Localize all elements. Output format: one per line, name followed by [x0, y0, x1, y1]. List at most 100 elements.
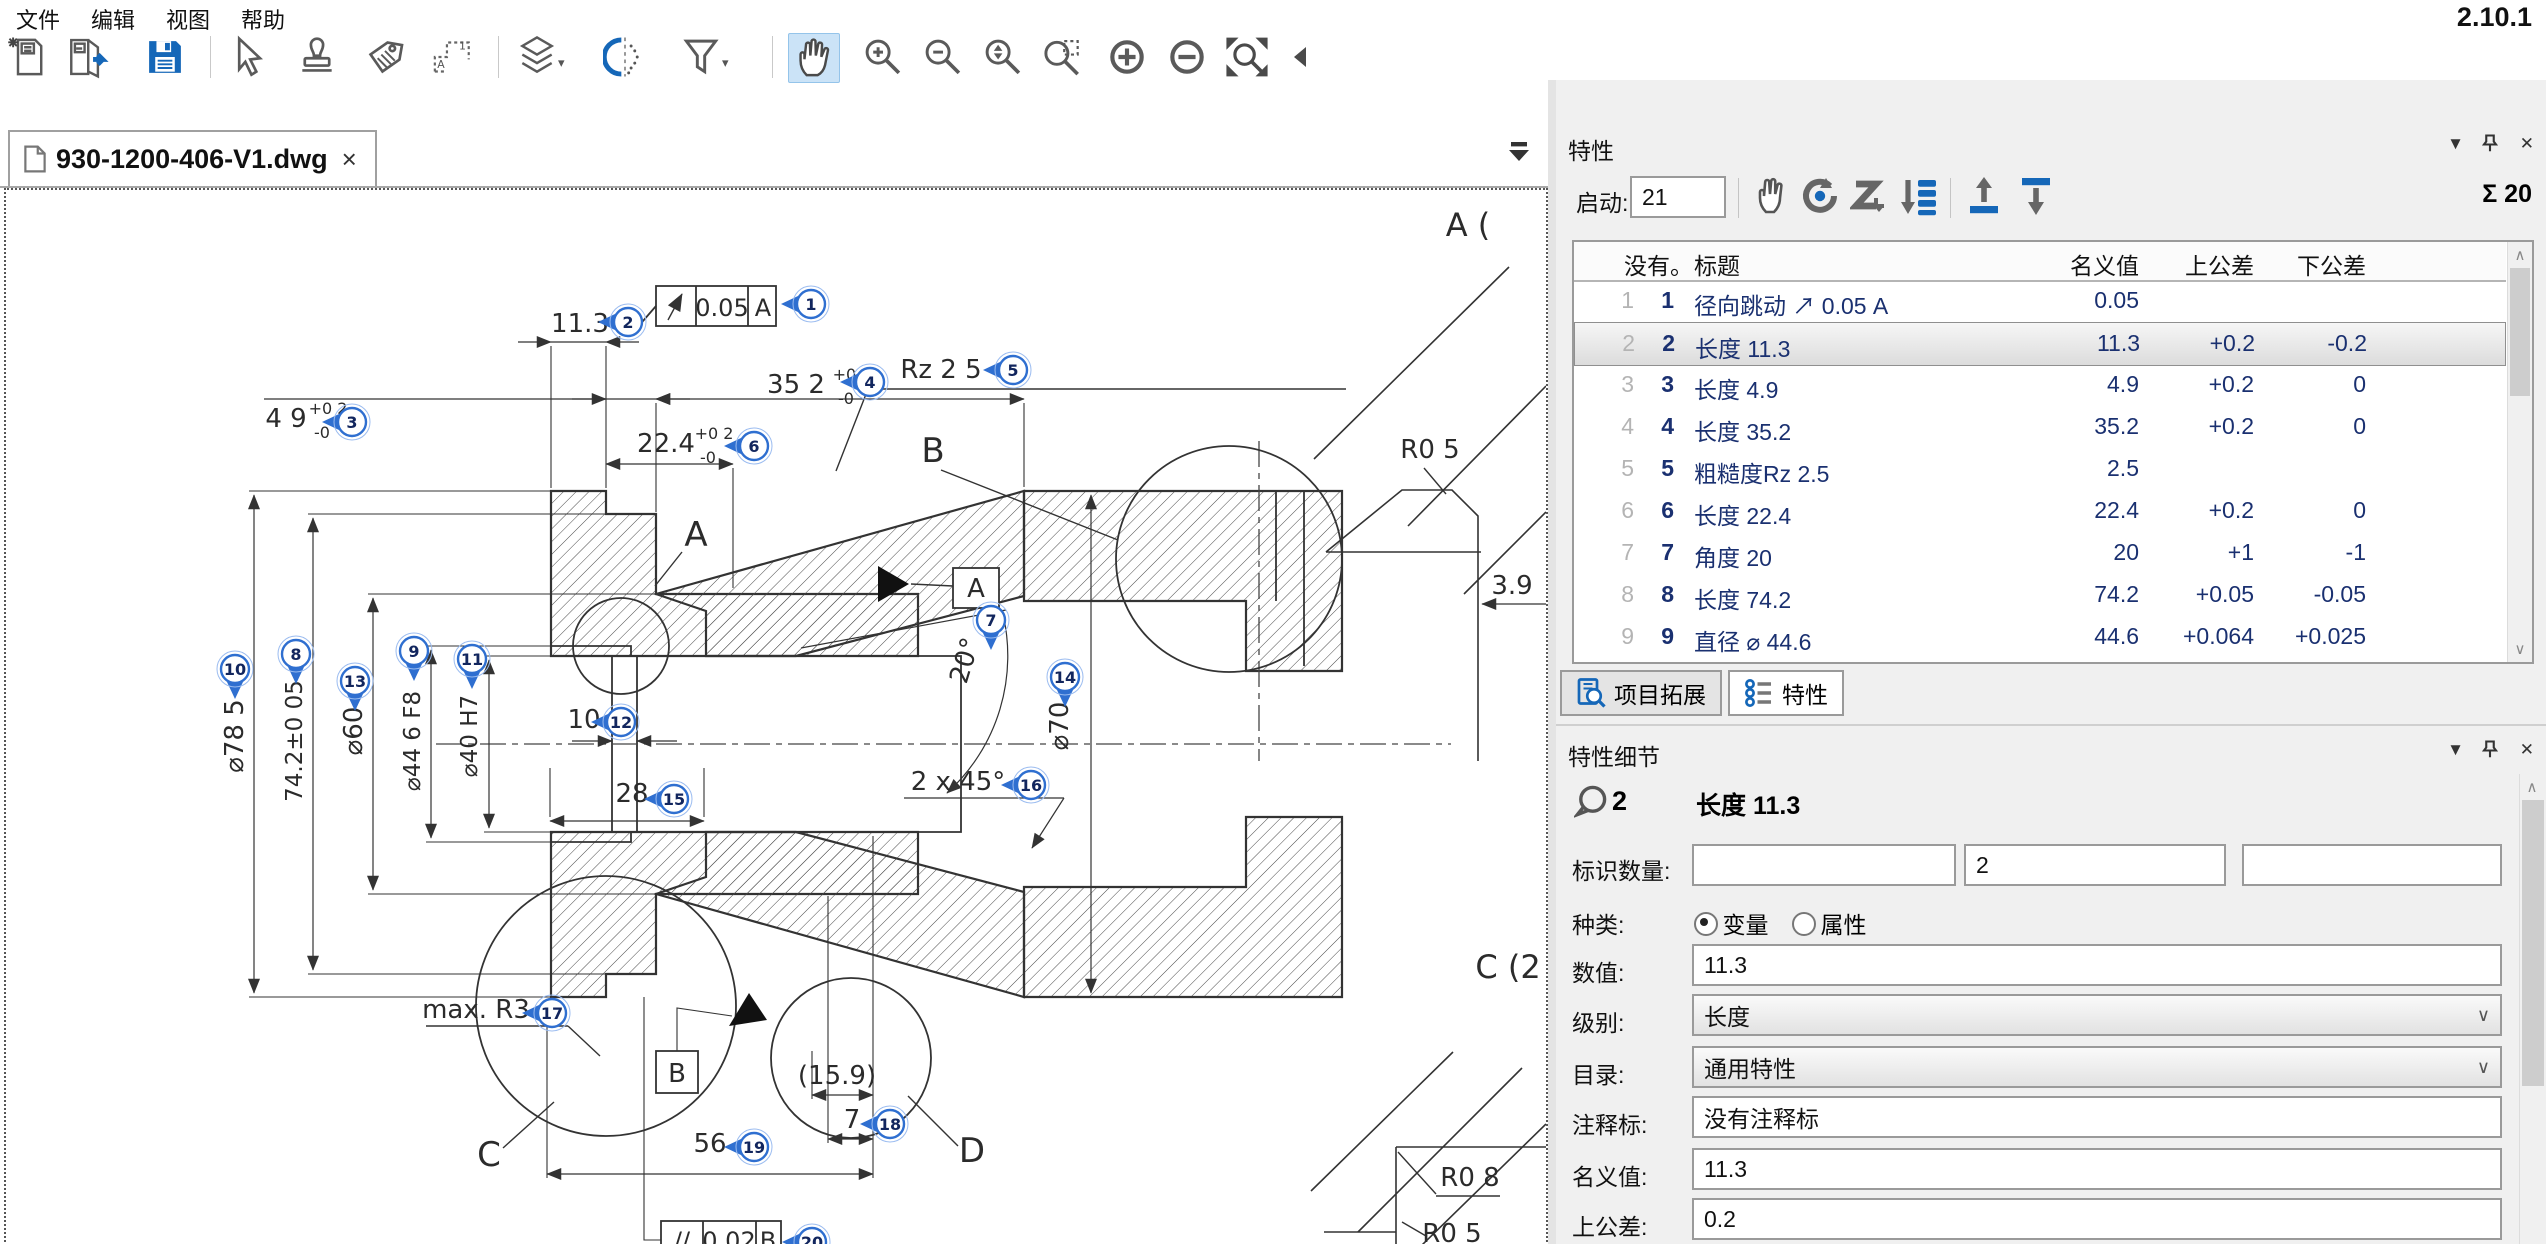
refresh-order-button[interactable] [1800, 176, 1840, 221]
id-count-input-2[interactable]: 2 [1964, 844, 2226, 886]
application-window: 文件编辑视图帮助 2.10.1 1A ▾ [0, 0, 2546, 1244]
pick-hand-button[interactable] [1752, 176, 1788, 221]
nominal-input[interactable]: 11.3 [1692, 1148, 2502, 1190]
zoom-window-button[interactable] [1038, 33, 1088, 81]
mirror-icon [603, 35, 647, 79]
new-document-button[interactable] [4, 33, 54, 81]
mirror-button[interactable] [600, 33, 650, 81]
balloon-5[interactable]: 5 [983, 352, 1031, 388]
kind-radio-variable[interactable]: 变量 [1694, 906, 1768, 940]
panel-close-icon[interactable]: ✕ [2520, 740, 2534, 760]
table-row[interactable]: 33长度 4.94.9+0.20 [1574, 364, 2506, 406]
open-document-button[interactable] [62, 33, 112, 81]
col-upper[interactable]: 上公差 [2154, 247, 2254, 281]
move-bottom-button[interactable] [2016, 176, 2056, 221]
scroll-down-icon[interactable]: ∨ [2508, 640, 2532, 658]
table-row[interactable]: 22长度 11.311.3+0.2-0.2 [1574, 322, 2506, 366]
balloon-14[interactable]: 14 [1047, 659, 1083, 707]
balloon-20[interactable]: 20 [782, 1224, 830, 1244]
save-button[interactable] [140, 33, 190, 81]
document-tab[interactable]: 930-1200-406-V1.dwg × [8, 130, 377, 186]
table-cell: 长度 11.3 [1695, 330, 1790, 364]
increase-button[interactable] [1102, 33, 1152, 81]
tab-close-icon[interactable]: × [338, 144, 361, 175]
dimension-text: -0 [700, 448, 716, 467]
table-row[interactable]: 66长度 22.422.4+0.20 [1574, 490, 2506, 532]
table-cell: +0.2 [2154, 413, 2254, 440]
balloon-19[interactable]: 19 [724, 1129, 772, 1165]
properties-panel-header: 特性 ▼ ✕ [1556, 126, 2546, 162]
panel-pin-icon[interactable] [2482, 134, 2498, 157]
balloon-15[interactable]: 15 [644, 781, 692, 817]
table-cell: 7 [1604, 539, 1634, 566]
table-row[interactable]: 99直径 ⌀ 44.644.6+0.064+0.025 [1574, 616, 2506, 658]
balloon-13[interactable]: 13 [337, 663, 373, 711]
tab-properties[interactable]: 特性 [1728, 670, 1844, 716]
layers-dropdown-icon[interactable]: ▾ [558, 55, 565, 71]
zoom-out-button[interactable] [918, 33, 968, 81]
catalog-combo[interactable]: 通用特性∨ [1692, 1046, 2502, 1088]
start-input[interactable]: 21 [1630, 176, 1726, 218]
col-title[interactable]: 标题 [1694, 247, 1740, 281]
table-cell: 长度 35.2 [1694, 413, 1791, 447]
zoom-in-button[interactable] [858, 33, 908, 81]
table-scrollbar[interactable]: ∧ ∨ [2507, 242, 2532, 662]
balloon-10[interactable]: 10 [217, 651, 253, 699]
move-top-button[interactable] [1964, 176, 2004, 221]
partial-region-button[interactable]: 1A [428, 33, 478, 81]
zoom-fit-button[interactable] [1222, 33, 1272, 81]
filter-button[interactable]: ▾ [676, 33, 726, 81]
list-order-button[interactable] [1900, 176, 1940, 221]
details-scrollbar[interactable]: ∧ [2519, 774, 2546, 1244]
panel-close-icon[interactable]: ✕ [2520, 134, 2534, 154]
col-nominal[interactable]: 名义值 [2044, 247, 2139, 281]
panel-splitter[interactable] [1548, 80, 1556, 1244]
table-row[interactable]: 77角度 2020+1-1 [1574, 532, 2506, 574]
balloon-8[interactable]: 8 [278, 636, 314, 684]
svg-text:5: 5 [1007, 361, 1018, 380]
table-row[interactable]: 55粗糙度Rz 2.52.5 [1574, 448, 2506, 490]
balloon-11[interactable]: 11 [454, 641, 490, 689]
col-no[interactable]: 没有。 [1624, 247, 1693, 281]
balloon-9[interactable]: 9 [396, 633, 432, 681]
scroll-up-icon[interactable]: ∧ [2508, 246, 2532, 264]
tab-list-more-button[interactable] [1508, 142, 1530, 167]
panel-collapse-icon[interactable]: ▼ [2447, 134, 2464, 154]
drawing-viewport[interactable]: 11.30.05A4 9+0 2-035 2+0.2-022.4+0 2-0Rz… [4, 188, 1548, 1244]
stamp-button[interactable] [292, 33, 342, 81]
z-order-button[interactable] [1850, 176, 1890, 221]
pan-hand-button[interactable] [788, 33, 840, 83]
select-cursor-icon [227, 35, 271, 79]
scroll-up-icon[interactable]: ∧ [2520, 778, 2544, 796]
balloon-1[interactable]: 1 [781, 286, 829, 322]
decrease-button[interactable] [1162, 33, 1212, 81]
svg-text:3: 3 [346, 413, 357, 432]
id-count-input-1[interactable] [1692, 844, 1956, 886]
panel-collapse-icon[interactable]: ▼ [2447, 740, 2464, 760]
table-row[interactable]: 88长度 74.274.2+0.05-0.05 [1574, 574, 2506, 616]
tab-project-extension[interactable]: 项目拓展 [1560, 670, 1722, 716]
filter-dropdown-icon[interactable]: ▾ [722, 55, 729, 71]
id-count-input-3[interactable] [2242, 844, 2502, 886]
collapse-toolbar-button[interactable] [1288, 33, 1312, 81]
panel-pin-icon[interactable] [2482, 740, 2498, 763]
class-combo[interactable]: 长度∨ [1692, 994, 2502, 1036]
select-button[interactable] [224, 33, 274, 81]
tag-button[interactable] [360, 33, 410, 81]
upper-tol-input[interactable]: 0.2 [1692, 1198, 2502, 1240]
layers-button[interactable]: ▾ [512, 33, 562, 81]
table-cell: 4.9 [2044, 371, 2139, 398]
table-row[interactable]: 44长度 35.235.2+0.20 [1574, 406, 2506, 448]
value-input[interactable]: 11.3 [1692, 944, 2502, 986]
col-lower[interactable]: 下公差 [2266, 247, 2366, 281]
zoom-dynamic-button[interactable] [978, 33, 1028, 81]
table-cell: 长度 4.9 [1694, 371, 1778, 405]
table-row[interactable]: 11径向跳动 ↗ 0.05 A0.05 [1574, 280, 2506, 322]
table-scrollbar-thumb[interactable] [2510, 268, 2530, 396]
details-scrollbar-thumb[interactable] [2522, 800, 2544, 1086]
zoom-fit-icon [1224, 35, 1270, 79]
properties-table[interactable]: 没有。 标题 名义值 上公差 下公差 11径向跳动 ↗ 0.05 A0.0522… [1572, 240, 2534, 664]
note-input[interactable]: 没有注释标 [1692, 1096, 2502, 1138]
dimension-text: C [477, 1135, 501, 1175]
kind-radio-attribute[interactable]: 属性 [1792, 906, 1866, 940]
